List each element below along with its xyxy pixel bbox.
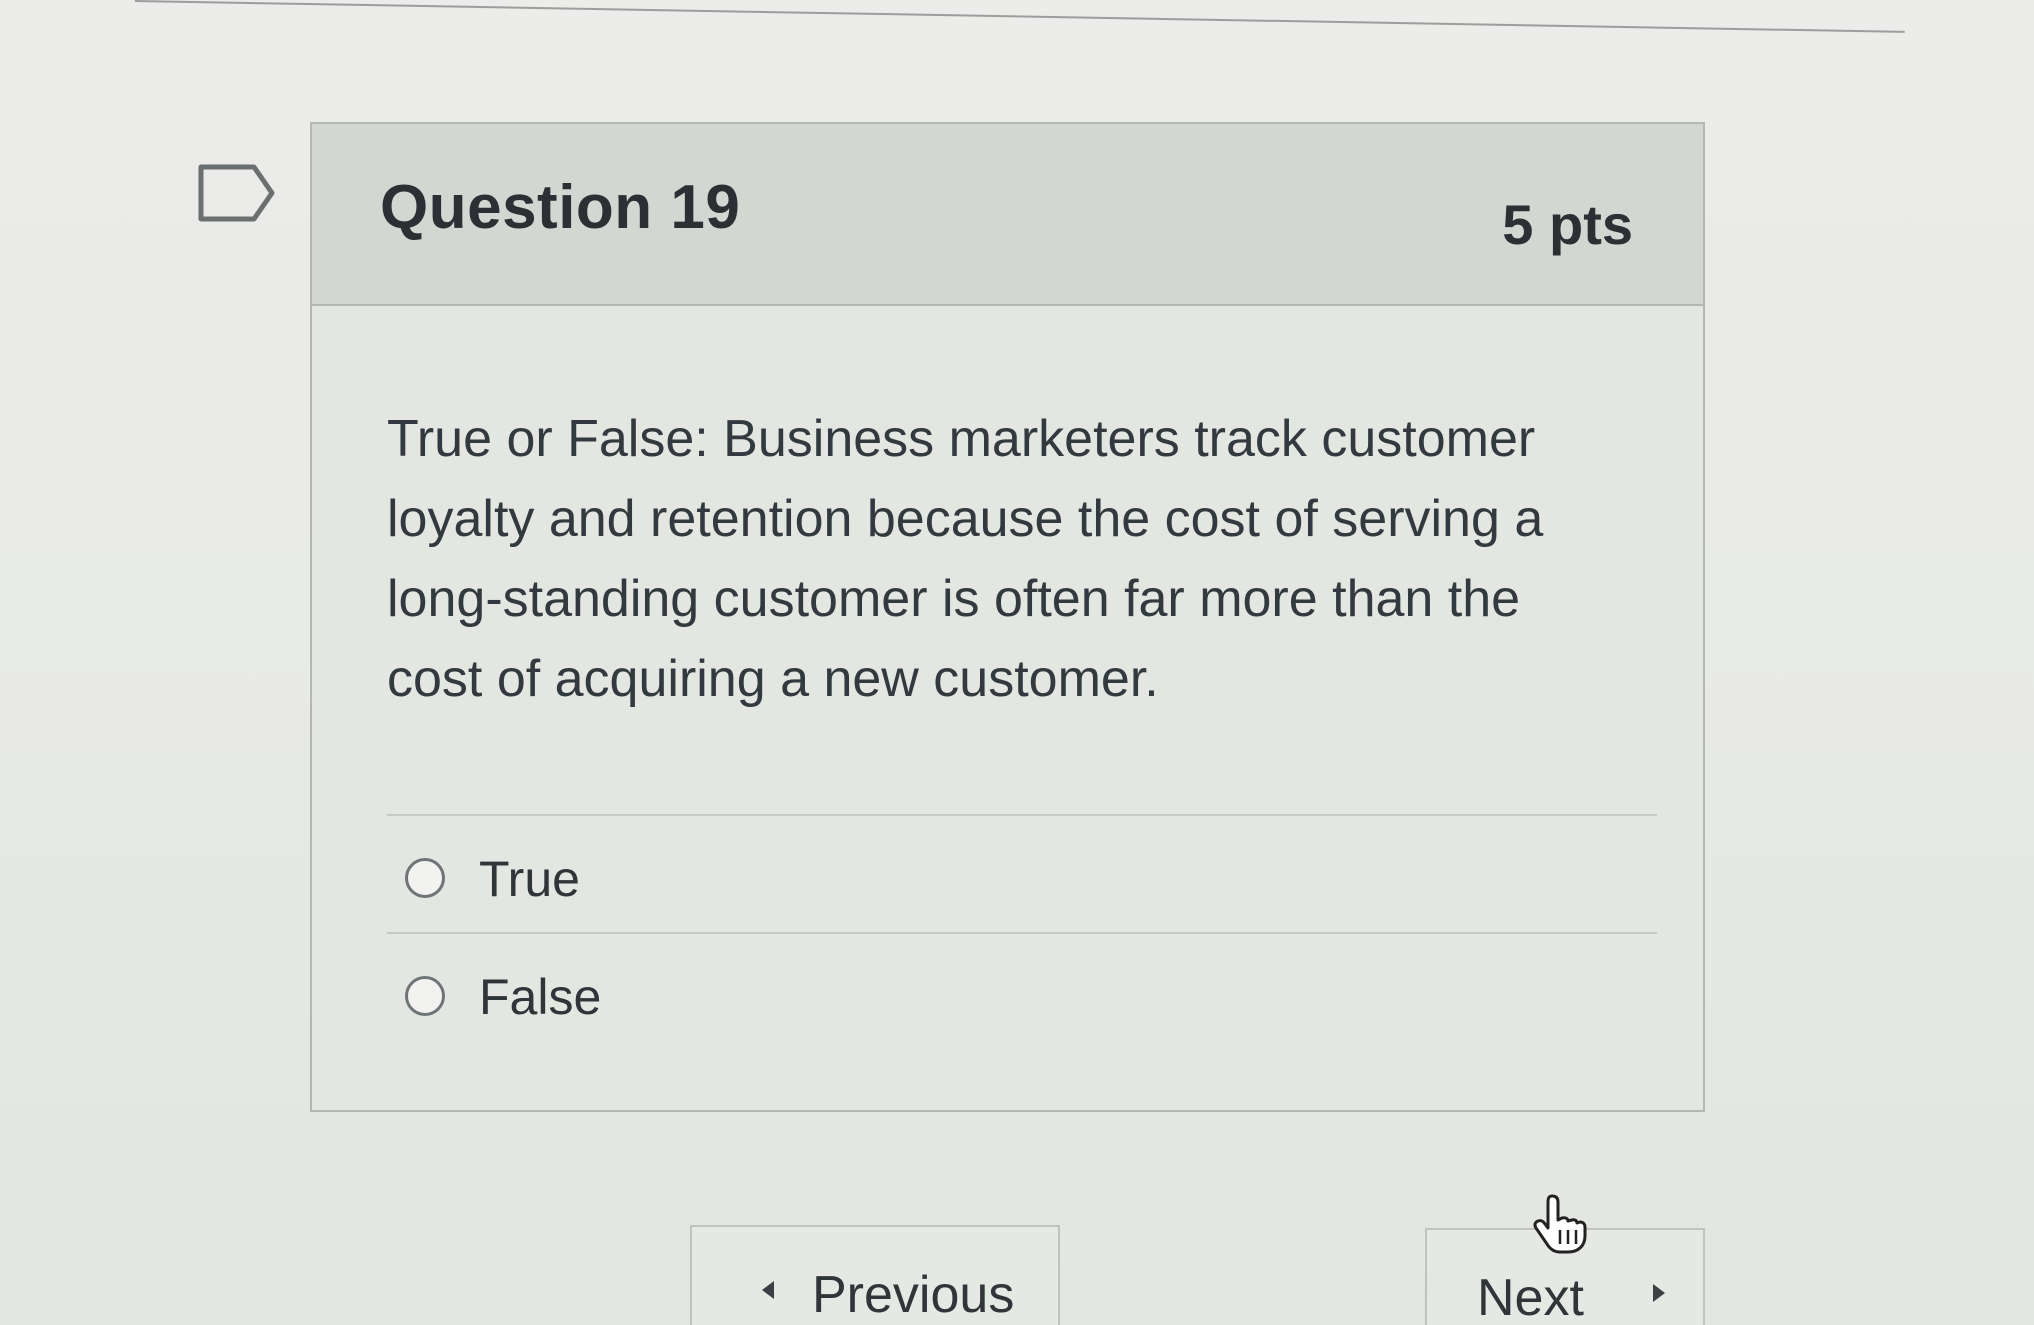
answer-option-true[interactable]: True	[387, 814, 1657, 932]
previous-button[interactable]: Previous	[690, 1225, 1060, 1325]
question-header: Question 19 5 pts	[312, 124, 1703, 306]
answer-label[interactable]: True	[479, 850, 580, 908]
flag-icon[interactable]	[198, 163, 278, 223]
quiz-page: Question 19 5 pts True or False: Busines…	[0, 0, 2034, 1325]
question-points: 5 pts	[1502, 193, 1633, 256]
question-title: Question 19	[380, 173, 741, 242]
top-divider	[134, 0, 1905, 33]
caret-right-icon	[1653, 1284, 1665, 1302]
answer-list: True False	[387, 814, 1657, 1050]
radio-icon[interactable]	[405, 858, 445, 898]
question-card: Question 19 5 pts True or False: Busines…	[310, 122, 1705, 1112]
caret-left-icon	[762, 1281, 774, 1299]
answer-option-false[interactable]: False	[387, 932, 1657, 1050]
hand-pointer-icon	[1533, 1194, 1587, 1254]
radio-icon[interactable]	[405, 976, 445, 1016]
previous-button-label: Previous	[812, 1266, 1015, 1324]
answer-label[interactable]: False	[479, 968, 601, 1026]
next-button-label: Next	[1477, 1269, 1584, 1325]
question-text: True or False: Business marketers track …	[387, 410, 1544, 708]
